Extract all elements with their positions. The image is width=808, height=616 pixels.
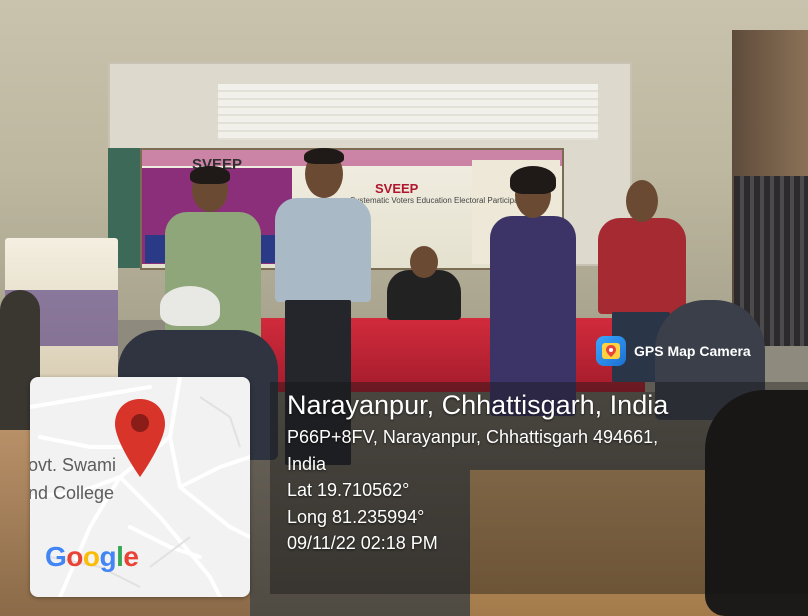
location-title: Narayanpur, Chhattisgarh, India [287, 390, 669, 420]
longitude: Long 81.235994° [287, 506, 425, 527]
map-place-line-2: nd College [30, 483, 115, 503]
gps-map-camera-watermark: GPS Map Camera [596, 334, 751, 368]
address-line-1: P66P+8FV, Narayanpur, Chhattisgarh 49466… [287, 427, 659, 447]
map-thumbnail: ovt. Swami nd College Google [30, 377, 250, 597]
gps-map-camera-icon [596, 336, 626, 366]
person-red-shirt [598, 218, 686, 314]
window-blinds [218, 84, 598, 140]
watermark-label: GPS Map Camera [634, 343, 751, 359]
person-blue-shirt [275, 198, 371, 302]
map-place-line-1: ovt. Swami [30, 455, 117, 475]
datetime: 09/11/22 02:18 PM [287, 533, 438, 553]
location-info: Narayanpur, Chhattisgarh, India P66P+8FV… [287, 388, 668, 557]
map-pin-icon [115, 399, 165, 477]
banner-right-subheading: Systematic Voters Education Electoral Pa… [350, 196, 532, 205]
latitude: Lat 19.710562° [287, 480, 410, 500]
banner-right-heading: SVEEP [375, 181, 419, 196]
address-line-2: India [287, 453, 327, 474]
google-logo: Google [45, 541, 139, 572]
